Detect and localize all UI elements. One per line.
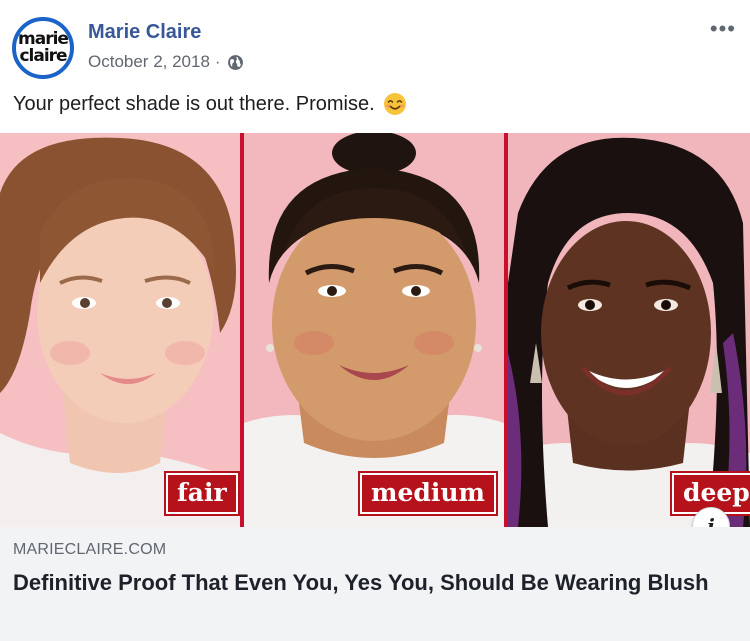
photo-panel-fair [0,133,240,527]
portrait-medium-illustration [244,133,504,527]
photo-panel-deep [508,133,750,527]
post-image[interactable]: fair medium deep [0,133,750,527]
post-meta: October 2, 2018 · [88,52,244,72]
post-date[interactable]: October 2, 2018 [88,52,210,72]
link-headline[interactable]: Definitive Proof That Even You, Yes You,… [13,567,733,598]
link-domain: MARIECLAIRE.COM [13,541,167,558]
more-options-button[interactable]: ••• [710,18,736,40]
portrait-fair-illustration [0,137,240,527]
meta-separator: · [214,52,221,71]
portrait-deep-illustration [508,137,750,527]
shade-label-fair: fair [164,471,240,516]
facebook-post: marie claire Marie Claire October 2, 201… [0,0,750,641]
smiling-face-emoji-icon [383,93,406,115]
page-avatar[interactable]: marie claire [12,17,74,79]
shade-label-medium: medium [358,471,498,516]
globe-icon[interactable] [227,54,244,71]
page-name-link[interactable]: Marie Claire [88,21,201,44]
photo-panel-medium [244,133,504,527]
post-message: Your perfect shade is out there. Promise… [13,92,375,115]
link-preview[interactable]: MARIECLAIRE.COM Definitive Proof That Ev… [0,527,750,641]
post-text: Your perfect shade is out there. Promise… [13,92,407,116]
avatar-logo-line2: claire [19,46,67,66]
